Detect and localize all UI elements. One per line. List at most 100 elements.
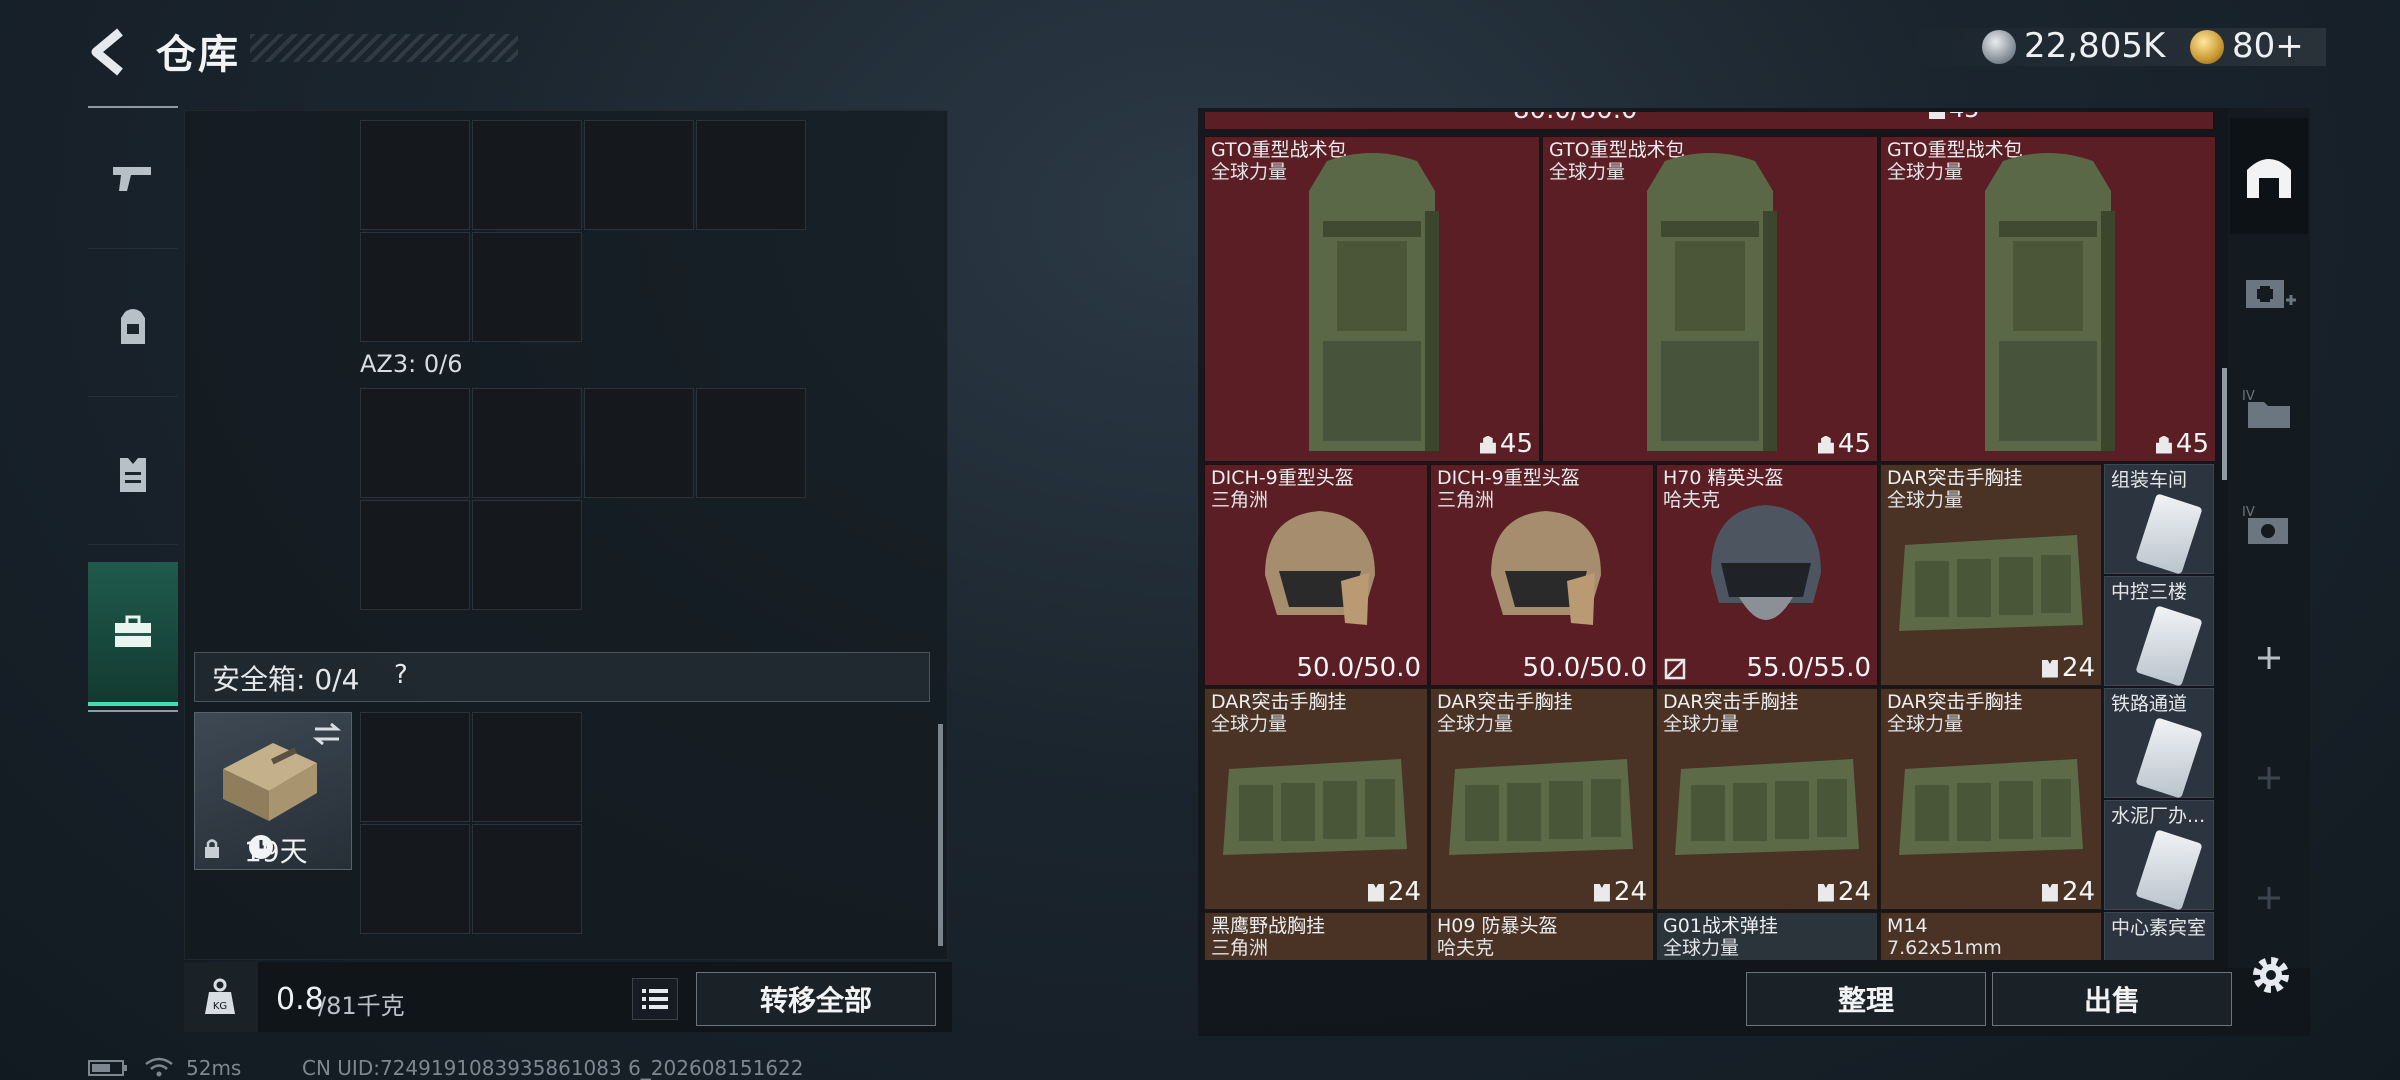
- inventory-item[interactable]: DAR突击手胸挂 全球力量 24: [1430, 688, 1654, 910]
- storage-slot[interactable]: [360, 500, 470, 610]
- item-name: G01战术弹挂: [1663, 915, 1778, 937]
- item-capacity: 24: [1817, 877, 1871, 907]
- inventory-item[interactable]: 黑鹰野战胸挂 三角洲: [1204, 912, 1428, 960]
- storage-slot[interactable]: [696, 388, 806, 498]
- storage-slot[interactable]: [360, 232, 470, 342]
- tab-safebox[interactable]: [88, 562, 178, 706]
- inventory-item[interactable]: G01战术弹挂 全球力量: [1656, 912, 1878, 960]
- storage-slot[interactable]: [360, 120, 470, 230]
- inventory-item[interactable]: DAR突击手胸挂 全球力量 24: [1656, 688, 1878, 910]
- storage-slot[interactable]: [472, 232, 582, 342]
- safe-slot[interactable]: [472, 712, 582, 822]
- keycard-item[interactable]: 组装车间: [2104, 464, 2214, 575]
- item-name: H09 防暴头盔: [1437, 915, 1558, 937]
- safe-slot[interactable]: [360, 824, 470, 934]
- silver-coin-icon: [1982, 30, 2016, 64]
- storage-slot[interactable]: [584, 120, 694, 230]
- iv-stash-icon: IV: [2242, 505, 2288, 544]
- item-capacity: 24: [2041, 653, 2095, 683]
- storage-slot[interactable]: [584, 388, 694, 498]
- inventory-item[interactable]: H70 精英头盔 哈夫克 55.0/55.0: [1656, 464, 1878, 686]
- storage-scrollbar[interactable]: [938, 724, 943, 946]
- plus-icon: [2258, 767, 2280, 789]
- capacity-icon: [2155, 435, 2172, 454]
- keycard-item[interactable]: 中心素宾室: [2104, 912, 2214, 960]
- item-name: DAR突击手胸挂: [1437, 691, 1573, 713]
- list-view-button[interactable]: [632, 978, 678, 1020]
- item-name: DAR突击手胸挂: [1887, 691, 2023, 713]
- settings-button[interactable]: [2248, 952, 2294, 998]
- storage-nav-add[interactable]: [2230, 600, 2308, 716]
- svg-text:IV: IV: [2242, 389, 2255, 404]
- inventory-item[interactable]: H09 防暴头盔 哈夫克: [1430, 912, 1654, 960]
- chest-rig-image: [1675, 759, 1859, 855]
- safe-slot[interactable]: [360, 712, 470, 822]
- keycard-item[interactable]: 水泥厂办...: [2104, 800, 2214, 911]
- category-tabs: [88, 108, 178, 712]
- storage-nav-item-medkit[interactable]: [2230, 234, 2308, 350]
- keycard-item[interactable]: 中控三楼: [2104, 576, 2214, 687]
- vest-icon: [120, 458, 146, 492]
- transfer-all-button[interactable]: 转移全部: [696, 972, 936, 1026]
- inventory-item[interactable]: DAR突击手胸挂 全球力量 24: [1880, 688, 2102, 910]
- iv-folder-icon: IV: [2242, 389, 2290, 428]
- inventory-item[interactable]: GTO重型战术包 全球力量 45: [1204, 136, 1540, 462]
- storage-nav-item-main[interactable]: [2230, 118, 2308, 234]
- sort-button[interactable]: 整理: [1746, 972, 1986, 1026]
- help-icon[interactable]: ?: [394, 660, 408, 690]
- item-count-text: 45: [1949, 112, 1980, 123]
- storage-slot[interactable]: [472, 120, 582, 230]
- swap-icon[interactable]: [311, 721, 343, 747]
- inventory-item[interactable]: DAR突击手胸挂 全球力量 24: [1880, 464, 2102, 686]
- keycard-image: [2135, 717, 2203, 799]
- item-count-text: 24: [1837, 877, 1871, 907]
- storage-slot[interactable]: [472, 500, 582, 610]
- back-button[interactable]: [86, 24, 130, 80]
- item-name: 水泥厂办...: [2111, 805, 2206, 827]
- battery-icon: [88, 1060, 127, 1076]
- inventory-scrollbar[interactable]: [2222, 368, 2227, 480]
- no-repair-icon: [1664, 658, 1686, 680]
- gold-coin-icon[interactable]: [2190, 30, 2224, 64]
- vest-capacity-icon: [2041, 883, 2058, 902]
- weight-icon-box: KG: [184, 962, 258, 1032]
- item-durability: 80.0/80.0: [1513, 112, 1638, 125]
- keycard-item[interactable]: 铁路通道: [2104, 688, 2214, 799]
- safe-slot[interactable]: [472, 824, 582, 934]
- safe-box-image: [223, 743, 317, 821]
- silver-currency-value: 22,805K: [2024, 26, 2166, 66]
- storage-nav-add[interactable]: [2230, 840, 2308, 956]
- storage-slot[interactable]: [360, 388, 470, 498]
- inventory-item[interactable]: DICH-9重型头盔 三角洲 50.0/50.0: [1430, 464, 1654, 686]
- tab-weapons[interactable]: [88, 108, 178, 249]
- tab-vests[interactable]: [88, 404, 178, 545]
- inventory-item[interactable]: GTO重型战术包 全球力量 45: [1880, 136, 2216, 462]
- item-name: DAR突击手胸挂: [1887, 467, 2023, 489]
- storage-slot[interactable]: [696, 120, 806, 230]
- item-faction: 全球力量: [1211, 713, 1288, 735]
- inventory-item[interactable]: GTO重型战术包 全球力量 45: [1542, 136, 1878, 462]
- tab-backpacks[interactable]: [88, 256, 178, 397]
- item-name: H70 精英头盔: [1663, 467, 1784, 489]
- gold-currency-value[interactable]: 80+: [2232, 26, 2304, 66]
- list-icon: [642, 989, 668, 1009]
- item-faction: 哈夫克: [1437, 937, 1495, 959]
- inventory-item[interactable]: DICH-9重型头盔 三角洲 50.0/50.0: [1204, 464, 1428, 686]
- network-ping: 52ms: [186, 1056, 242, 1080]
- inventory-item[interactable]: M14 7.62x51mm: [1880, 912, 2102, 960]
- helmet-image: [1711, 505, 1821, 620]
- item-name: DAR突击手胸挂: [1211, 691, 1347, 713]
- helmet-image: [1491, 511, 1601, 625]
- storage-slot[interactable]: [472, 388, 582, 498]
- inventory-item-partial[interactable]: 80.0/80.0 45: [1204, 112, 2214, 130]
- storage-nav-item-iv-stash[interactable]: IV: [2230, 466, 2308, 582]
- item-count-text: 45: [1499, 429, 1533, 459]
- safe-box-expiry: 19天: [244, 835, 308, 868]
- storage-nav-item-iv-folder[interactable]: IV: [2230, 350, 2308, 466]
- inventory-item[interactable]: DAR突击手胸挂 全球力量 24: [1204, 688, 1428, 910]
- title-stripe: [250, 34, 518, 62]
- storage-nav-add[interactable]: [2230, 720, 2308, 836]
- item-count-text: 45: [2175, 429, 2209, 459]
- sell-button[interactable]: 出售: [1992, 972, 2232, 1026]
- chest-rig-image: [1899, 535, 2083, 631]
